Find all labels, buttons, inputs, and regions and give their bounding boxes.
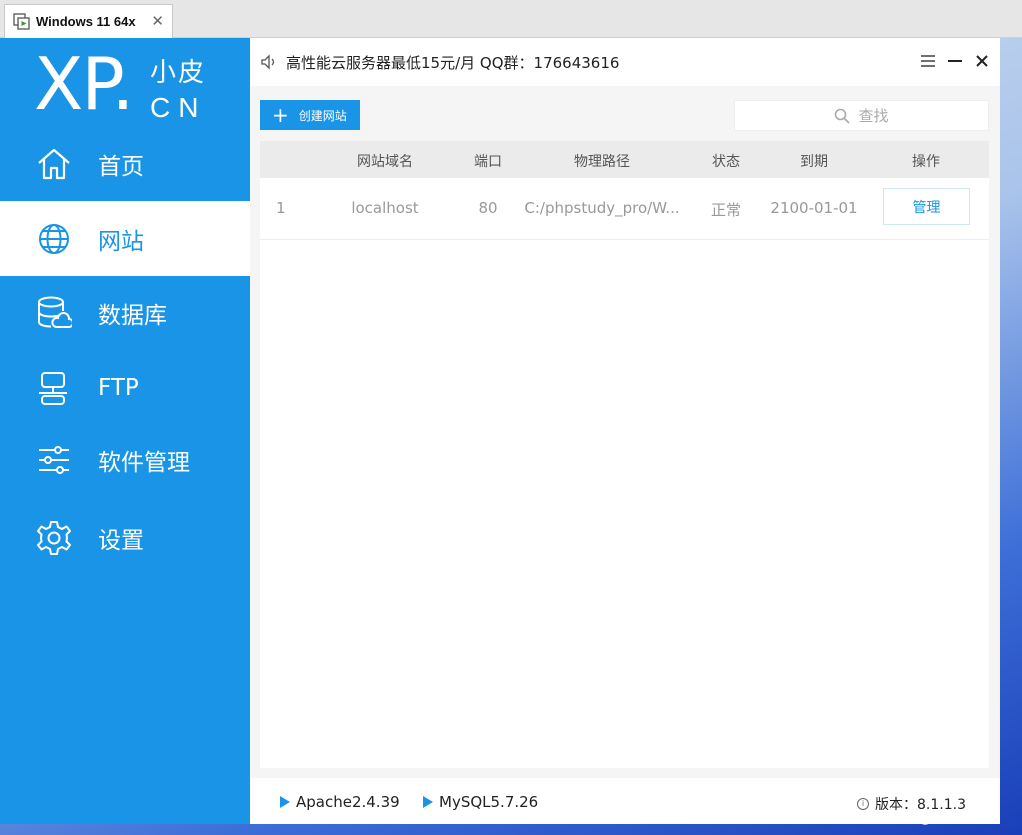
mysql-service[interactable]: MySQL5.7.26 xyxy=(423,793,538,811)
header-status: 状态 xyxy=(712,154,740,170)
table-header: 网站域名 端口 物理路径 状态 到期 操作 xyxy=(260,141,989,178)
close-icon[interactable] xyxy=(971,50,993,72)
sidebar-item-website[interactable]: 网站 xyxy=(0,201,250,276)
logo-xp: XP. xyxy=(34,42,134,126)
logo-xiaopi: 小皮 xyxy=(150,58,207,88)
row-path: C:/phpstudy_pro/W... xyxy=(524,199,680,217)
sidebar: XP. 小皮 CN 首页 网站 数据库 FTP 软件管理 设置 xyxy=(0,38,250,824)
row-index: 1 xyxy=(276,199,286,217)
create-website-button[interactable]: + 创建网站 xyxy=(260,100,360,130)
mysql-label: MySQL5.7.26 xyxy=(439,793,539,811)
sidebar-item-home[interactable]: 首页 xyxy=(0,126,250,201)
plus-icon: + xyxy=(272,103,289,127)
create-website-label: 创建网站 xyxy=(298,108,347,123)
menu-icon[interactable] xyxy=(917,50,939,72)
sidebar-item-label: 网站 xyxy=(98,228,144,255)
sidebar-item-label: 设置 xyxy=(98,527,144,554)
row-expire: 2100-01-01 xyxy=(770,199,858,217)
main-content: + 创建网站 查找 网站域名 端口 物理路径 状态 到期 操作 1 localh… xyxy=(250,86,1000,778)
website-table: 网站域名 端口 物理路径 状态 到期 操作 1 localhost 80 C:/… xyxy=(260,141,989,768)
watermark: CSDN @DourPanda xyxy=(882,812,993,826)
header-action: 操作 xyxy=(912,154,940,170)
header-path: 物理路径 xyxy=(574,154,630,170)
logo-cn: CN xyxy=(150,92,207,123)
vm-tab-title: Windows 11 64x xyxy=(36,14,136,29)
sidebar-item-ftp[interactable]: FTP xyxy=(0,350,250,425)
speaker-icon xyxy=(261,54,275,70)
sidebar-item-label: FTP xyxy=(98,374,139,401)
vm-tab[interactable]: Windows 11 64x ✕ xyxy=(4,4,173,38)
play-icon xyxy=(280,796,290,808)
database-icon xyxy=(38,296,72,328)
gear-icon xyxy=(37,520,71,555)
header-domain: 网站域名 xyxy=(357,154,413,170)
apache-label: Apache2.4.39 xyxy=(296,793,400,811)
vm-icon xyxy=(13,13,30,30)
sidebar-item-database[interactable]: 数据库 xyxy=(0,275,250,350)
manage-button[interactable]: 管理 xyxy=(883,188,970,225)
globe-icon xyxy=(39,223,69,254)
ftp-server-icon xyxy=(39,371,67,405)
sidebar-item-label: 首页 xyxy=(98,153,144,180)
sidebar-item-settings[interactable]: 设置 xyxy=(0,500,250,575)
row-domain: localhost xyxy=(351,199,419,217)
logo: XP. 小皮 CN xyxy=(34,48,234,128)
top-bar: 高性能云服务器最低15元/月 QQ群：176643616 xyxy=(250,38,1000,86)
header-expire: 到期 xyxy=(800,154,828,170)
version-label: 版本：8.1.1.3 xyxy=(875,797,966,813)
version-info: i 版本：8.1.1.3 xyxy=(857,794,966,814)
table-row[interactable]: 1 localhost 80 C:/phpstudy_pro/W... 正常 2… xyxy=(260,178,989,240)
minimize-icon[interactable] xyxy=(944,50,966,72)
sliders-icon xyxy=(39,445,69,474)
row-status: 正常 xyxy=(710,201,741,219)
row-port: 80 xyxy=(478,199,498,217)
sidebar-item-label: 数据库 xyxy=(98,302,167,329)
phpstudy-window: XP. 小皮 CN 首页 网站 数据库 FTP 软件管理 设置 高性能云服务器最… xyxy=(0,38,1000,824)
play-icon xyxy=(423,796,433,808)
search-placeholder: 查找 xyxy=(858,107,889,125)
notice-text: 高性能云服务器最低15元/月 QQ群：176643616 xyxy=(286,54,620,72)
apache-service[interactable]: Apache2.4.39 xyxy=(280,793,400,811)
vm-tab-close-icon[interactable]: ✕ xyxy=(151,12,164,30)
search-icon xyxy=(835,108,851,124)
vm-tab-bar: Windows 11 64x ✕ xyxy=(0,0,1022,38)
sidebar-item-software[interactable]: 软件管理 xyxy=(0,422,250,497)
home-icon xyxy=(38,148,70,179)
header-port: 端口 xyxy=(474,154,502,170)
sidebar-item-label: 软件管理 xyxy=(98,449,190,476)
info-icon: i xyxy=(857,798,869,810)
search-input[interactable]: 查找 xyxy=(734,100,989,131)
